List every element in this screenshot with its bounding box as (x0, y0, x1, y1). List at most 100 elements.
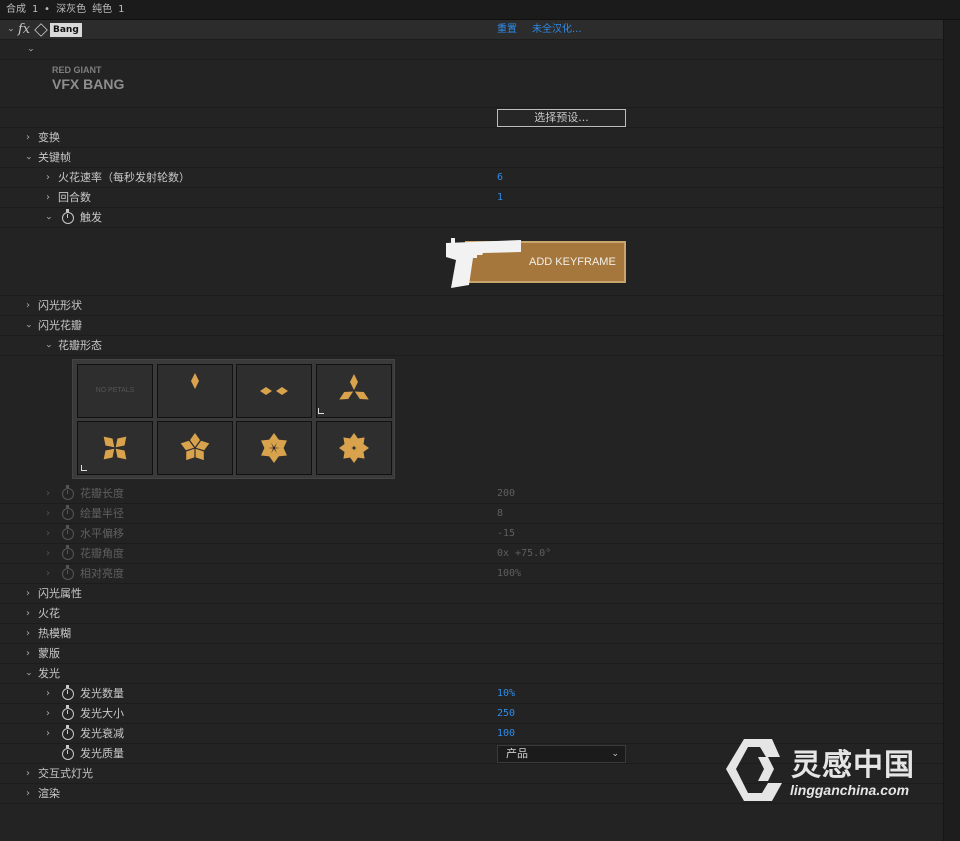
chevron-right-icon[interactable]: › (22, 584, 34, 604)
chevron-down-icon[interactable]: › (18, 320, 38, 332)
petal-option-8[interactable] (316, 421, 392, 475)
param-value[interactable]: 100 (497, 724, 515, 744)
stopwatch-icon[interactable] (62, 685, 74, 700)
stopwatch-icon[interactable] (62, 725, 74, 740)
chevron-right-icon[interactable]: › (42, 704, 54, 724)
stopwatch-icon[interactable] (62, 705, 74, 720)
petal-icon-3 (339, 374, 369, 400)
chevron-right-icon[interactable]: › (22, 764, 34, 784)
stopwatch-icon (62, 485, 74, 500)
select-value: 产品 (506, 747, 528, 760)
petal-option-none[interactable]: NO PETALS (77, 364, 153, 418)
chevron-right-icon[interactable]: › (42, 564, 54, 584)
param-spark-rate[interactable]: › 火花速率（每秒发射轮数） 6 (0, 168, 943, 188)
param-label: 发光数量 (80, 687, 124, 700)
group-heat-haze[interactable]: › 热模糊 (0, 624, 943, 644)
logo-sub: RED GIANT (52, 65, 102, 75)
chevron-down-icon[interactable]: › (0, 24, 20, 36)
chevron-down-icon[interactable]: › (38, 212, 58, 224)
stopwatch-icon[interactable] (62, 745, 74, 760)
param-trigger[interactable]: › 触发 (0, 208, 943, 228)
chevron-down-icon[interactable]: › (18, 668, 38, 680)
no-petals-label: NO PETALS (95, 387, 135, 394)
group-flash-properties[interactable]: › 闪光属性 (0, 584, 943, 604)
effect-header-row[interactable]: › fx Bang 重置 未全汉化... (0, 20, 943, 40)
param-value: 8 (497, 508, 504, 519)
chevron-down-icon[interactable]: › (20, 44, 40, 56)
param-value[interactable]: 10% (497, 684, 515, 704)
param-horizontal-offset[interactable]: › 水平偏移 -15 (0, 524, 943, 544)
petal-shape (191, 373, 199, 389)
param-petal-shape[interactable]: › 花瓣形态 (0, 336, 943, 356)
chevron-down-icon[interactable]: › (38, 340, 58, 352)
chevron-right-icon[interactable]: › (22, 624, 34, 644)
chevron-right-icon[interactable]: › (42, 168, 54, 188)
chevron-right-icon[interactable]: › (42, 724, 54, 744)
watermark-url: lingganchina.com (790, 782, 910, 798)
param-value[interactable]: 1 (497, 188, 503, 208)
petal-option-6[interactable] (236, 421, 312, 475)
group-label: 变换 (38, 131, 60, 144)
param-relative-brightness[interactable]: › 相对亮度 100% (0, 564, 943, 584)
comp-breadcrumb: 合成 1 • 深灰色 纯色 1 (0, 0, 960, 20)
selection-corner-icon (81, 465, 87, 471)
scrollbar[interactable] (943, 20, 960, 841)
chevron-right-icon[interactable]: › (42, 188, 54, 208)
choose-preset-button[interactable]: 选择预设... (497, 109, 626, 127)
petal-shape (350, 374, 358, 390)
group-transform[interactable]: › 变换 (0, 128, 943, 148)
petal-icon-5 (180, 433, 210, 461)
chevron-right-icon[interactable]: › (22, 128, 34, 148)
param-glow-size[interactable]: › 发光大小 250 (0, 704, 943, 724)
petal-option-1[interactable] (157, 364, 233, 418)
logo-main: VFX BANG (52, 76, 125, 92)
petal-option-2[interactable] (236, 364, 312, 418)
group-label: 闪光形状 (38, 299, 82, 312)
petal-shape (276, 387, 288, 395)
petal-icon-1 (191, 373, 199, 389)
chevron-right-icon[interactable]: › (22, 784, 34, 804)
chevron-right-icon[interactable]: › (42, 524, 54, 544)
chevron-right-icon[interactable]: › (42, 684, 54, 704)
stopwatch-icon[interactable] (62, 209, 74, 224)
petal-option-4[interactable] (77, 421, 153, 475)
reset-link[interactable]: 重置 (497, 20, 517, 40)
group-keyframes[interactable]: › 关键帧 (0, 148, 943, 168)
chevron-right-icon[interactable]: › (42, 504, 54, 524)
param-value[interactable]: 250 (497, 704, 515, 724)
param-glow-count[interactable]: › 发光数量 10% (0, 684, 943, 704)
chevron-down-icon[interactable]: › (18, 152, 38, 164)
param-value: -15 (497, 528, 516, 539)
param-petal-angle[interactable]: › 花瓣角度 0x +75.0° (0, 544, 943, 564)
param-label: 花瓣形态 (58, 339, 102, 352)
group-glow[interactable]: › 发光 (0, 664, 943, 684)
chevron-right-icon[interactable]: › (22, 296, 34, 316)
group-sparks[interactable]: › 火花 (0, 604, 943, 624)
param-label: 水平偏移 (80, 527, 124, 540)
petal-shape (115, 436, 127, 448)
param-rounds[interactable]: › 回合数 1 (0, 188, 943, 208)
localize-link[interactable]: 未全汉化... (532, 20, 582, 40)
param-label: 花瓣角度 (80, 547, 124, 560)
logo-toggle-row[interactable]: › (0, 40, 943, 60)
petal-option-3[interactable] (316, 364, 392, 418)
effect-name[interactable]: Bang (50, 23, 82, 37)
group-flash-petals[interactable]: › 闪光花瓣 (0, 316, 943, 336)
petal-icon-8 (339, 433, 369, 463)
group-mask[interactable]: › 蒙版 (0, 644, 943, 664)
param-label: 相对亮度 (80, 567, 124, 580)
petal-option-5[interactable] (157, 421, 233, 475)
chevron-right-icon[interactable]: › (42, 484, 54, 504)
param-value[interactable]: 6 (497, 168, 503, 188)
group-label: 关键帧 (38, 151, 71, 164)
chevron-right-icon[interactable]: › (42, 544, 54, 564)
fx-icon[interactable]: fx (18, 20, 30, 40)
param-label: 发光大小 (80, 707, 124, 720)
param-base-radius[interactable]: › 绘量半径 8 (0, 504, 943, 524)
group-flash-shape[interactable]: › 闪光形状 (0, 296, 943, 316)
param-petal-length[interactable]: › 花瓣长度 200 (0, 484, 943, 504)
chevron-right-icon[interactable]: › (22, 644, 34, 664)
chevron-right-icon[interactable]: › (22, 604, 34, 624)
selection-corner-icon (318, 408, 324, 414)
glow-quality-select[interactable]: 产品 ⌄ (497, 745, 626, 763)
